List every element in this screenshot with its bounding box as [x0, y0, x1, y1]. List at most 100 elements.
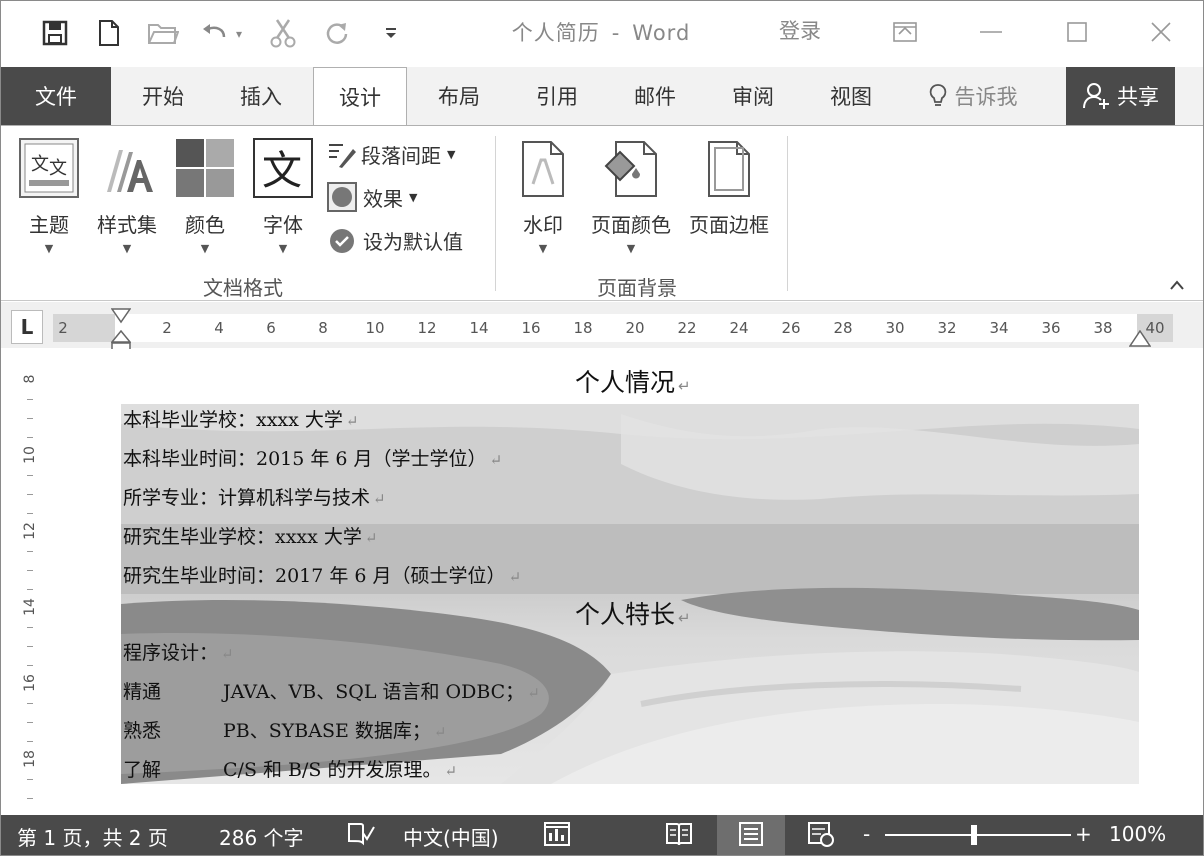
fonts-button[interactable]: 文 字体 ▼ [251, 138, 315, 255]
skill-detail-text: C/S 和 B/S 的开发原理。 [223, 759, 442, 781]
zoom-out-button[interactable]: - [863, 822, 870, 846]
tab-selector[interactable]: L [11, 310, 43, 344]
colors-label: 颜色 [185, 213, 225, 237]
vertical-ruler-tick-label: 14 [22, 598, 38, 616]
save-icon[interactable] [35, 15, 75, 51]
heading-skills[interactable]: 个人特长 ↵ [575, 595, 691, 631]
vertical-ruler-tick-mark [27, 627, 33, 628]
new-document-icon[interactable] [89, 15, 129, 51]
vertical-ruler-tick-mark [27, 646, 33, 647]
text-line[interactable]: 本科毕业时间：2015 年 6 月（学士学位） ↵ [123, 444, 502, 471]
vertical-ruler-tick-mark [27, 551, 33, 552]
text-line[interactable]: 本科毕业学校：xxxx 大学 ↵ [123, 405, 358, 432]
vertical-ruler-tick-mark [27, 494, 33, 495]
skill-line[interactable]: 熟悉 PB、SYBASE 数据库； ↵ [123, 716, 1023, 743]
effects-label: 效果 [363, 186, 403, 211]
redo-icon[interactable] [317, 15, 357, 51]
chevron-down-icon: ▼ [278, 242, 288, 255]
text-line[interactable]: 程序设计： ↵ [123, 638, 234, 665]
horizontal-ruler[interactable]: 2 2 4 6 8 10 12 14 16 18 20 22 24 26 28 30 32 34 36 38 40 [53, 314, 1173, 342]
language-status[interactable]: 中文(中国) [403, 822, 499, 851]
tab-file[interactable]: 文件 [1, 67, 111, 125]
title-separator: - [611, 21, 621, 45]
ribbon-display-options-icon[interactable] [887, 15, 923, 49]
zoom-slider-track[interactable] [885, 834, 1071, 836]
skill-level: 了解 [123, 759, 162, 781]
tab-view[interactable]: 视图 [803, 67, 899, 125]
undo-icon[interactable]: ▾ [199, 15, 251, 51]
close-icon[interactable] [1143, 15, 1179, 49]
paragraph-mark: ↵ [444, 762, 458, 780]
style-set-icon [97, 138, 157, 203]
effects-button[interactable]: 效果 ▼ [327, 182, 417, 212]
customize-quick-access-icon[interactable] [371, 15, 411, 51]
share-button[interactable]: 共享 [1067, 67, 1175, 125]
vertical-ruler-tick-mark [27, 570, 33, 571]
tab-review[interactable]: 审阅 [705, 67, 801, 125]
fonts-label: 字体 [263, 213, 303, 237]
page-color-icon [602, 140, 660, 203]
skill-detail: PB、SYBASE 数据库； ↵ [223, 716, 447, 743]
vertical-ruler-tick-mark [27, 418, 33, 419]
style-set-button[interactable]: 样式集 ▼ [91, 138, 163, 255]
colors-button[interactable]: 颜色 ▼ [173, 138, 237, 255]
page-borders-button[interactable]: 页面边框 [683, 140, 775, 238]
open-folder-icon[interactable] [143, 15, 183, 51]
tab-insert[interactable]: 插入 [213, 67, 309, 125]
watermark-button[interactable]: 水印 ▼ [511, 140, 575, 255]
paragraph-spacing-button[interactable]: 段落间距 ▼ [327, 140, 455, 169]
effects-icon [327, 182, 357, 212]
tell-me-search[interactable]: 告诉我 [913, 67, 1033, 125]
sign-in-link[interactable]: 登录 [779, 15, 821, 45]
tab-mailings[interactable]: 邮件 [607, 67, 703, 125]
vertical-ruler-tick-label: 12 [22, 522, 38, 540]
skill-detail-text: PB、SYBASE 数据库； [223, 720, 431, 742]
zoom-slider-thumb[interactable] [971, 825, 977, 845]
paragraph-mark: ↵ [433, 723, 447, 741]
ruler-tick-label: 36 [1041, 319, 1061, 337]
vertical-ruler-tick-mark [27, 798, 33, 799]
paragraph-mark: ↵ [678, 609, 691, 627]
macro-record-icon[interactable] [543, 821, 571, 852]
proofing-icon[interactable] [347, 821, 375, 852]
maximize-icon[interactable] [1059, 15, 1095, 49]
text-line[interactable]: 研究生毕业学校：xxxx 大学 ↵ [123, 522, 377, 549]
heading-personal-info[interactable]: 个人情况 ↵ [575, 363, 691, 399]
print-layout-icon[interactable] [737, 821, 765, 852]
ruler-tick-label: 32 [937, 319, 957, 337]
themes-label: 主题 [29, 213, 69, 237]
first-line-indent-marker[interactable] [110, 308, 132, 330]
tab-design[interactable]: 设计 [313, 67, 407, 126]
skill-line[interactable]: 了解 C/S 和 B/S 的开发原理。 ↵ [123, 755, 1023, 782]
tab-layout[interactable]: 布局 [411, 67, 507, 125]
themes-button[interactable]: 文文 主题 ▼ [17, 138, 81, 255]
page-count-status[interactable]: 第 1 页，共 2 页 [17, 822, 168, 851]
word-window: ▾ 个人简历 - Word 登录 文件 开始 插入 设计 布局 引用 邮件 审阅… [0, 0, 1204, 856]
page-borders-label: 页面边框 [689, 213, 769, 237]
web-layout-icon[interactable] [807, 821, 835, 852]
zoom-in-button[interactable]: + [1075, 822, 1092, 846]
text-line[interactable]: 研究生毕业时间：2017 年 6 月（硕士学位） ↵ [123, 561, 521, 588]
set-as-default-button[interactable]: 设为默认值 [329, 226, 463, 255]
fonts-icon-glyph: 文 [262, 148, 302, 194]
vertical-ruler[interactable]: 8 10 12 14 16 18 [13, 349, 47, 818]
group-label-document-formatting: 文档格式 [203, 276, 283, 300]
tab-references[interactable]: 引用 [509, 67, 605, 125]
word-count-status[interactable]: 286 个字 [219, 822, 304, 851]
document-page[interactable]: 个人情况 ↵ 本科毕业学校：xxxx 大学 ↵ 本科毕业时间：2015 年 6 月（… [47, 349, 1203, 815]
text-line[interactable]: 所学专业：计算机科学与技术 ↵ [123, 483, 386, 510]
tab-home[interactable]: 开始 [115, 67, 211, 125]
read-mode-icon[interactable] [665, 821, 693, 852]
zoom-level[interactable]: 100% [1109, 822, 1166, 846]
ruler-tick-label: 16 [521, 319, 541, 337]
skill-line[interactable]: 精通 JAVA、VB、SQL 语言和 ODBC； ↵ [123, 677, 1023, 704]
page-color-button[interactable]: 页面颜色 ▼ [585, 140, 677, 255]
skill-detail: JAVA、VB、SQL 语言和 ODBC； ↵ [223, 677, 540, 704]
collapse-ribbon-icon[interactable] [1169, 276, 1185, 295]
ribbon-design: 文文 主题 ▼ 样式集 ▼ 颜色 ▼ 文 字体 ▼ 段落间距 ▼ 效果 ▼ 设为… [1, 125, 1203, 301]
tab-strip-right [1175, 67, 1203, 125]
minimize-icon[interactable] [973, 15, 1009, 49]
vertical-ruler-tick-mark [27, 703, 33, 704]
cut-icon[interactable] [263, 15, 303, 51]
paragraph-mark: ↵ [489, 451, 503, 469]
